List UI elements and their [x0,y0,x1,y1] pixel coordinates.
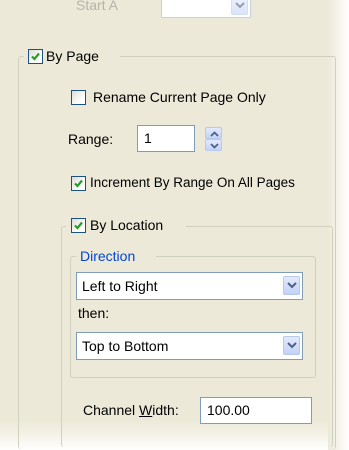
channel-width-label: Channel Width: [83,401,179,419]
checkmark-icon [74,179,83,188]
direction-secondary-dropdown-button[interactable] [283,336,300,355]
chevron-up-icon [210,131,219,137]
channel-width-input[interactable]: 100.00 [200,397,312,424]
direction-primary-select[interactable]: Left to Right [76,272,303,300]
by-page-checkbox[interactable] [28,49,43,64]
spin-down-button[interactable] [205,139,222,151]
checkmark-icon [74,221,83,230]
spin-up-button[interactable] [205,127,222,139]
direction-secondary-select[interactable]: Top to Bottom [76,332,303,360]
direction-secondary-value: Top to Bottom [82,338,169,354]
by-page-label[interactable]: By Page [46,47,99,65]
range-value: 1 [144,130,152,146]
channel-width-label-accel: W [139,402,153,418]
then-label: then: [78,305,110,321]
chevron-down-icon [210,143,219,149]
range-input[interactable]: 1 [137,125,195,152]
rename-current-page-checkbox[interactable] [71,90,86,105]
start-at-dropdown-button[interactable] [231,0,248,15]
increment-by-range-checkbox[interactable] [71,176,86,191]
chevron-down-icon [235,2,245,9]
chevron-down-icon [287,282,297,289]
checkmark-icon [31,52,40,61]
channel-width-value: 100.00 [207,402,250,418]
range-spinner[interactable] [205,127,222,151]
channel-width-label-prefix: Channel [83,402,140,418]
direction-legend: Direction [80,248,136,264]
start-at-combo[interactable] [161,0,251,18]
channel-width-label-suffix: idth: [152,402,179,418]
by-location-label[interactable]: By Location [90,216,163,234]
rename-current-page-label[interactable]: Rename Current Page Only [93,88,266,106]
chevron-down-icon [287,342,297,349]
start-at-label: Start A [76,0,119,13]
direction-primary-dropdown-button[interactable] [283,276,300,295]
by-location-checkbox[interactable] [71,218,86,233]
direction-primary-value: Left to Right [82,278,158,294]
increment-by-range-label[interactable]: Increment By Range On All Pages [90,174,295,192]
range-label: Range: [68,131,114,147]
